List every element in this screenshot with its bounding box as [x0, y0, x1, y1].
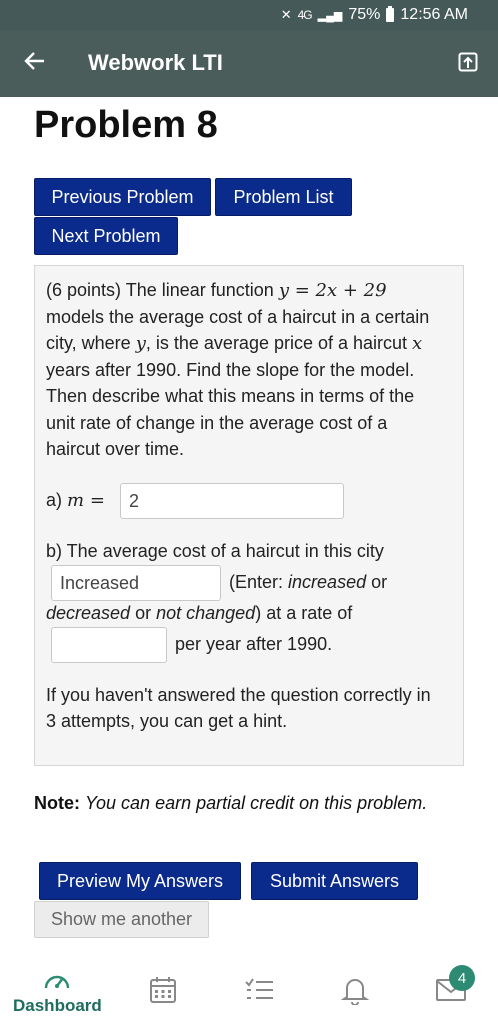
nav-dashboard[interactable]: Dashboard — [0, 955, 110, 1024]
change-direction-input[interactable]: Increased — [51, 565, 221, 601]
hint-line-2: 3 attempts, you can get a hint. — [46, 711, 288, 731]
rate-input[interactable] — [51, 627, 167, 663]
preview-answers-button[interactable]: Preview My Answers — [39, 862, 241, 900]
slope-input[interactable]: 2 — [120, 483, 344, 519]
calendar-icon[interactable] — [148, 975, 178, 1005]
previous-problem-button[interactable]: Previous Problem — [34, 178, 211, 216]
problem-line-2: models the average cost of a haircut in … — [46, 307, 430, 327]
part-a-label: a) m = — [46, 490, 105, 511]
problem-line-1: (6 points) The linear function y = 2x + … — [46, 280, 387, 301]
open-external-icon[interactable] — [458, 52, 478, 72]
enter-hint: (Enter: increased or — [229, 572, 388, 592]
equation: y = 2x + 29 — [278, 280, 387, 301]
problem-panel: (6 points) The linear function y = 2x + … — [34, 265, 464, 766]
next-problem-button[interactable]: Next Problem — [34, 217, 178, 255]
app-bar: Webwork LTI — [0, 30, 498, 97]
show-another-button[interactable]: Show me another — [34, 901, 209, 938]
per-year-text: per year after 1990. — [175, 634, 333, 654]
network-type: 4G — [297, 8, 313, 22]
signal-icon: ▂▄▆ — [317, 9, 343, 22]
problem-line-3: city, where y, is the average price of a… — [46, 333, 423, 354]
battery-percent: 75% — [348, 6, 381, 23]
problem-line-6: unit rate of change in the average cost … — [46, 413, 388, 433]
app-title: Webwork LTI — [88, 50, 223, 75]
dashboard-gauge-icon — [44, 975, 70, 989]
submit-answers-button[interactable]: Submit Answers — [251, 862, 418, 900]
status-bar: ✕ 4G ▂▄▆ 75% 12:56 AM — [0, 0, 498, 30]
notifications-bell-icon[interactable] — [340, 975, 370, 1005]
hint-line-1: If you haven't answered the question cor… — [46, 685, 431, 705]
bottom-nav: Dashboard — [0, 955, 498, 1024]
nav-dashboard-label: Dashboard — [13, 996, 102, 1015]
clock: 12:56 AM — [400, 6, 468, 23]
problem-line-7: haircut over time. — [46, 439, 185, 459]
page-title: Problem 8 — [34, 104, 218, 146]
back-arrow-icon[interactable] — [22, 48, 48, 74]
messages-count-badge: 4 — [449, 965, 475, 991]
partial-credit-note: Note: You can earn partial credit on thi… — [34, 793, 428, 813]
battery-icon — [386, 6, 395, 22]
task-list-icon[interactable] — [243, 975, 275, 1005]
mute-icon: ✕ — [280, 7, 292, 22]
problem-line-4: years after 1990. Find the slope for the… — [46, 360, 415, 380]
options-line: decreased or not changed) at a rate of — [46, 603, 353, 623]
problem-list-button[interactable]: Problem List — [215, 178, 352, 216]
problem-line-5: Then describe what this means in terms o… — [46, 386, 415, 406]
part-b-text: b) The average cost of a haircut in this… — [46, 541, 384, 561]
